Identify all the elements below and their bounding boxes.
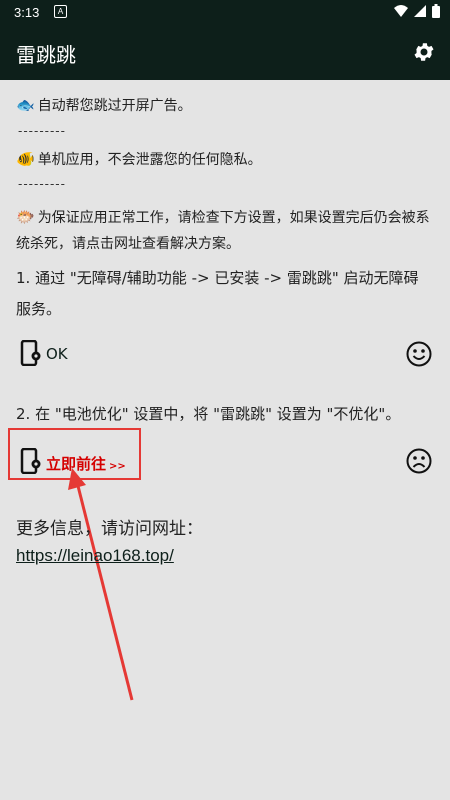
annotation-arrow	[68, 468, 134, 701]
more-info-label: 更多信息，请访问网址：	[16, 519, 203, 539]
website-link[interactable]: https://leinao168.top/	[16, 546, 174, 566]
